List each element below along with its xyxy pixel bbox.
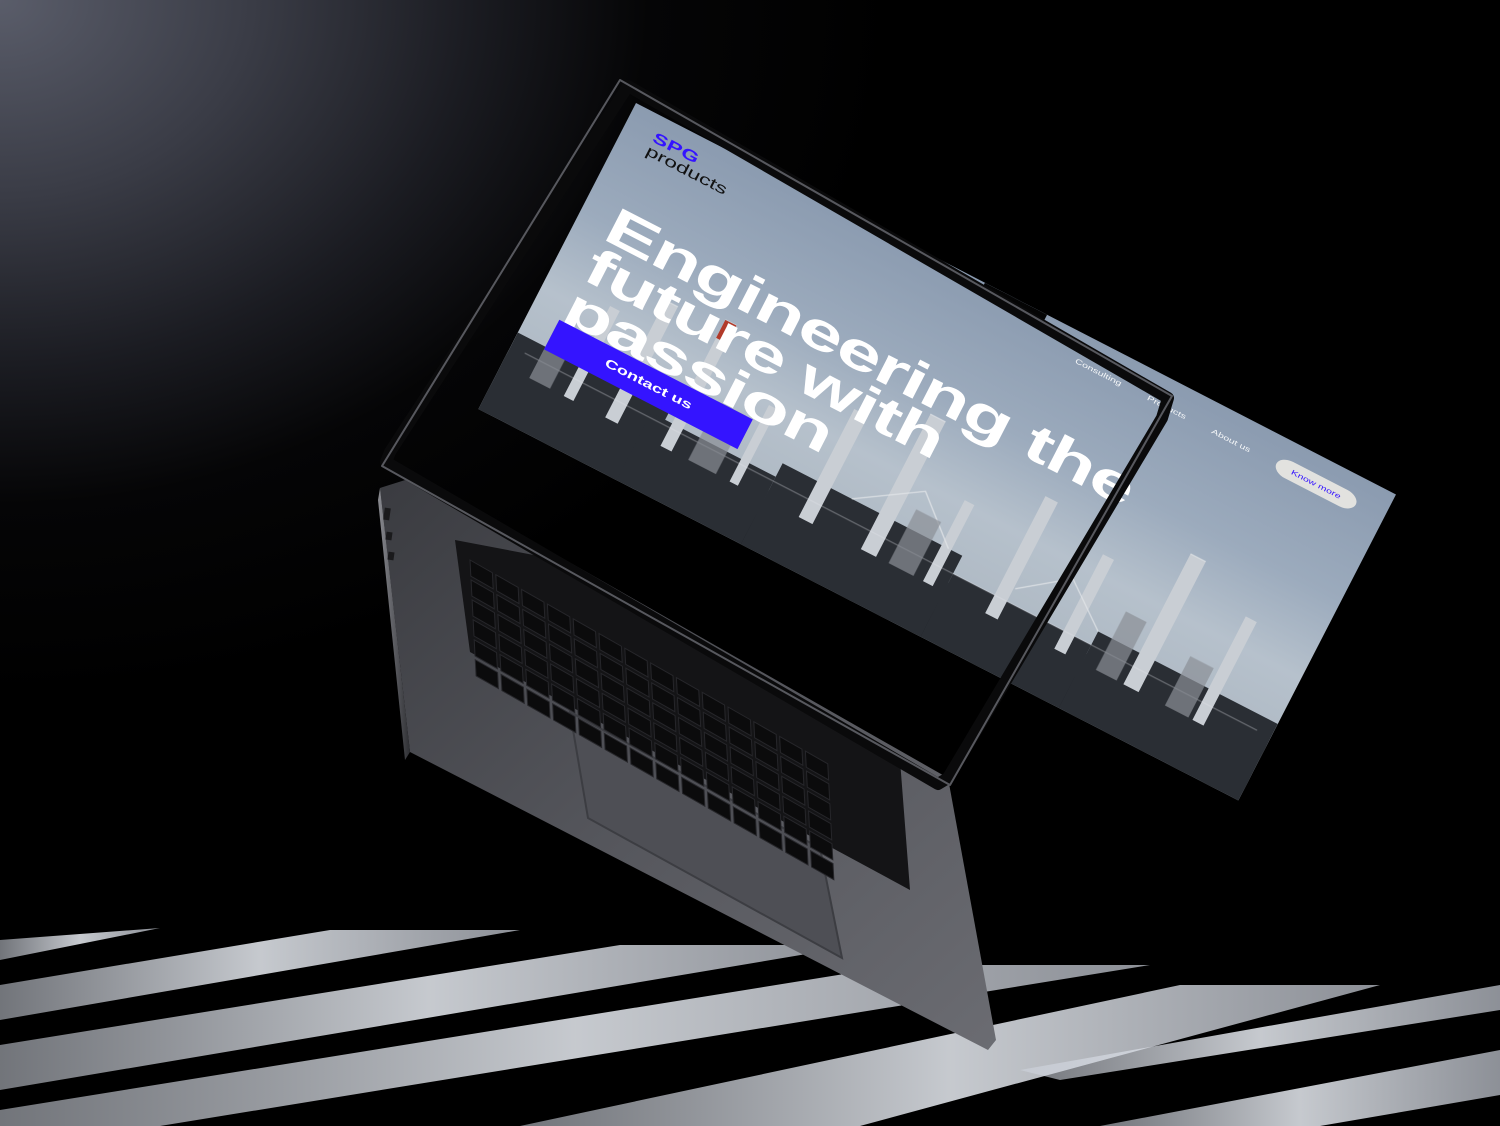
nav-link-consulting[interactable]: Consulting — [1074, 357, 1123, 388]
mockup-scene: SPG products Consulting Products About u… — [0, 0, 1500, 1126]
nav-link-products[interactable]: Products — [1146, 394, 1188, 421]
nav-link-about-us[interactable]: About us — [1210, 427, 1252, 454]
